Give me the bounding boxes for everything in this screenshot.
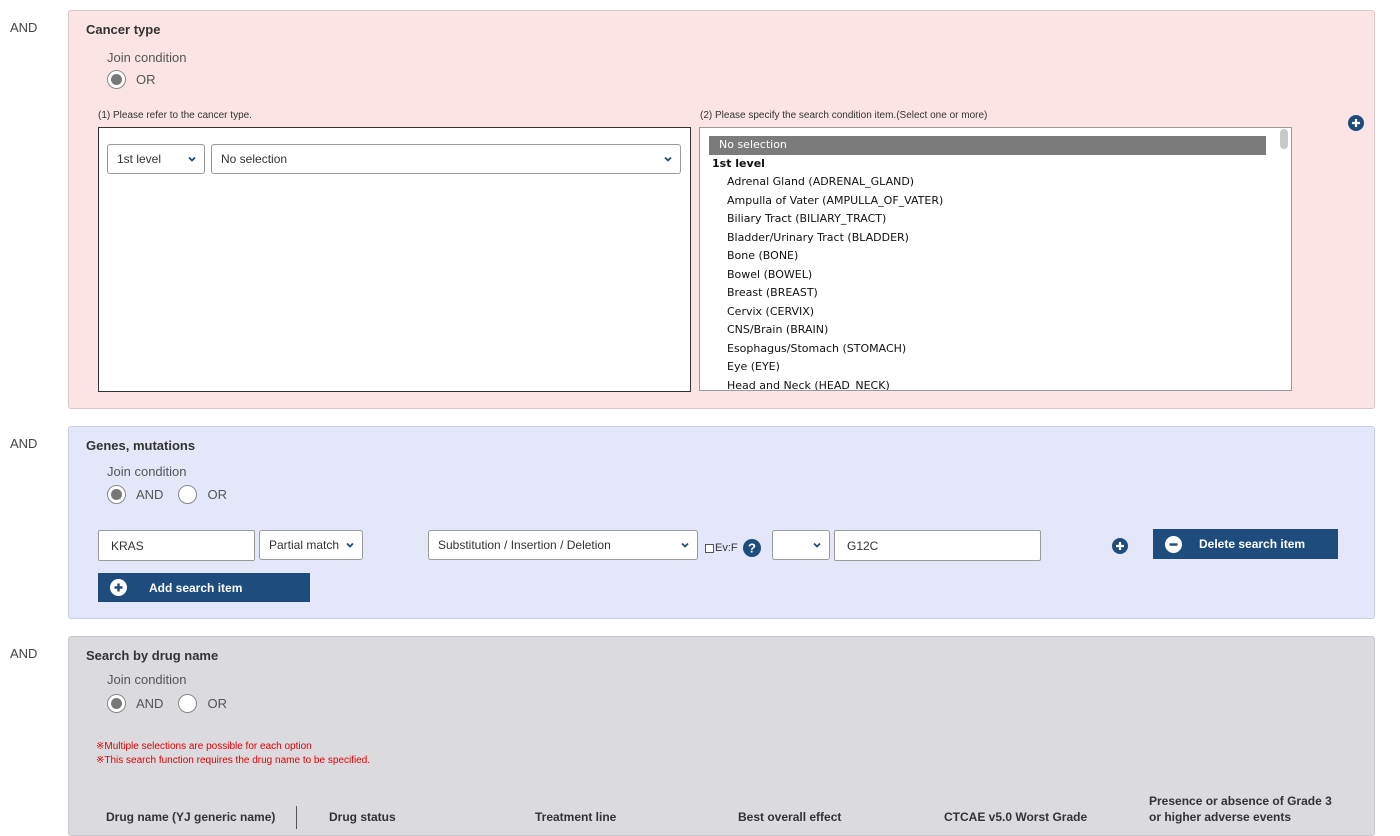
chevron-down-icon <box>663 154 673 164</box>
radio-and-label: AND <box>136 487 164 502</box>
column-divider <box>296 806 297 829</box>
step2-label: (2) Please specify the search condition … <box>700 110 988 121</box>
match-type-select[interactable]: Partial match <box>259 530 363 560</box>
chevron-down-icon <box>345 540 355 550</box>
step1-label: (1) Please refer to the cancer type. <box>98 110 252 121</box>
column-header-drug-status: Drug status <box>329 810 396 824</box>
chevron-down-icon <box>680 540 690 550</box>
listbox-option[interactable]: Breast (BREAST) <box>700 284 1291 303</box>
chevron-down-icon <box>187 154 197 164</box>
listbox-option-selected[interactable]: No selection <box>709 136 1266 155</box>
listbox-scrollbar[interactable] <box>1280 129 1288 149</box>
svg-text:?: ? <box>748 541 756 556</box>
listbox-option[interactable]: Head and Neck (HEAD_NECK) <box>700 377 1291 391</box>
delete-search-item-button[interactable]: Delete search item <box>1153 529 1338 559</box>
evf-checkbox-group: Ev:F ? <box>705 539 761 557</box>
variant-input[interactable]: G12C <box>834 530 1041 561</box>
radio-and[interactable] <box>107 485 126 504</box>
listbox-option[interactable]: CNS/Brain (BRAIN) <box>700 321 1291 340</box>
listbox-option[interactable]: Bone (BONE) <box>700 247 1291 266</box>
genes-mutations-panel: Genes, mutations Join condition AND OR K… <box>68 426 1375 619</box>
radio-and-label: AND <box>136 696 164 711</box>
join-condition-label: Join condition <box>107 50 187 65</box>
column-header-best-effect: Best overall effect <box>738 810 842 824</box>
evf-label: Ev:F <box>715 542 738 554</box>
column-header-treatment-line: Treatment line <box>535 810 617 824</box>
delete-search-item-label: Delete search item <box>1199 537 1306 551</box>
match-type-select-value: Partial match <box>269 538 340 552</box>
qualifier-select[interactable] <box>772 530 830 560</box>
gene-input[interactable]: KRAS <box>98 530 255 561</box>
join-condition-label: Join condition <box>107 464 187 479</box>
and-connector-label: AND <box>10 436 38 451</box>
section-title: Search by drug name <box>86 648 219 663</box>
radio-or-label: OR <box>136 72 156 87</box>
minus-circle-icon <box>1165 535 1182 553</box>
cancer-type-select[interactable]: No selection <box>211 144 681 174</box>
listbox-option[interactable]: Bladder/Urinary Tract (BLADDER) <box>700 229 1291 248</box>
chevron-down-icon <box>812 540 822 550</box>
add-search-item-button[interactable]: Add search item <box>98 573 310 602</box>
column-header-grade3-line1: Presence or absence of Grade 3 <box>1149 794 1332 808</box>
search-condition-listbox[interactable]: No selection 1st level Adrenal Gland (AD… <box>699 127 1292 391</box>
help-icon[interactable]: ? <box>742 539 761 557</box>
radio-or[interactable] <box>178 694 198 713</box>
add-condition-plus-icon[interactable] <box>1348 115 1364 131</box>
add-row-plus-icon[interactable] <box>1112 538 1128 554</box>
listbox-option[interactable]: Biliary Tract (BILIARY_TRACT) <box>700 210 1291 229</box>
note-drug-name-required: ※This search function requires the drug … <box>96 755 371 766</box>
join-condition-radios: OR <box>107 70 171 89</box>
listbox-option[interactable]: Esophagus/Stomach (STOMACH) <box>700 340 1291 359</box>
cancer-type-box: 1st level No selection <box>98 127 691 392</box>
section-title: Genes, mutations <box>86 438 196 453</box>
listbox-option[interactable]: Cervix (CERVIX) <box>700 303 1291 322</box>
radio-or[interactable] <box>178 485 198 504</box>
radio-and[interactable] <box>107 694 126 713</box>
listbox-option[interactable]: Eye (EYE) <box>700 358 1291 377</box>
mutation-type-select[interactable]: Substitution / Insertion / Deletion <box>428 530 698 560</box>
column-header-ctcae: CTCAE v5.0 Worst Grade <box>944 810 1088 824</box>
level-select-value: 1st level <box>117 152 162 166</box>
add-search-item-label: Add search item <box>149 580 243 595</box>
level-select[interactable]: 1st level <box>107 144 205 174</box>
note-multiple-selections: ※Multiple selections are possible for ea… <box>96 741 312 752</box>
listbox-option[interactable]: Ampulla of Vater (AMPULLA_OF_VATER) <box>700 192 1291 211</box>
evf-checkbox[interactable] <box>705 543 714 553</box>
and-connector-label: AND <box>10 646 38 661</box>
join-condition-label: Join condition <box>107 672 187 687</box>
column-header-drug-name: Drug name (YJ generic name) <box>106 810 276 824</box>
listbox-option[interactable]: Adrenal Gland (ADRENAL_GLAND) <box>700 173 1291 192</box>
cancer-type-select-value: No selection <box>221 152 288 166</box>
listbox-group-header: 1st level <box>712 156 765 170</box>
listbox-option[interactable]: Bowel (BOWEL) <box>700 266 1291 285</box>
and-connector-label: AND <box>10 20 38 35</box>
mutation-type-select-value: Substitution / Insertion / Deletion <box>438 538 611 552</box>
radio-or-label: OR <box>207 487 227 502</box>
section-title: Cancer type <box>86 22 161 37</box>
column-header-grade3-line2: or higher adverse events <box>1149 810 1292 824</box>
radio-or[interactable] <box>107 70 126 89</box>
plus-circle-icon <box>110 579 127 596</box>
join-condition-radios: AND OR <box>107 694 242 713</box>
radio-or-label: OR <box>207 696 227 711</box>
join-condition-radios: AND OR <box>107 485 242 504</box>
